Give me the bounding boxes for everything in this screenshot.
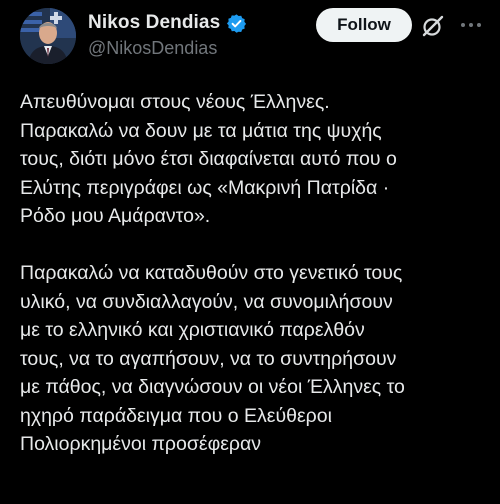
tweet-line: ηχηρό παράδειγμα που ο Ελεύθεροι bbox=[20, 404, 332, 427]
tweet-line: με το ελληνικό και χριστιανικό παρελθόν bbox=[20, 319, 365, 341]
tweet-line: Ρόδο μου Αμάραντο». bbox=[20, 205, 211, 227]
tweet-view: Nikos Dendias @NikosDendias Follow Απευθ… bbox=[0, 0, 500, 504]
follow-button[interactable]: Follow bbox=[316, 8, 412, 42]
author-display-name[interactable]: Nikos Dendias bbox=[88, 12, 220, 34]
tweet-line: Παρακαλώ να δουν με τα μάτια της ψυχής bbox=[20, 119, 382, 142]
verified-badge-icon bbox=[226, 13, 247, 34]
grok-slash-icon[interactable] bbox=[420, 13, 446, 39]
tweet-line: Απευθύνομαι στους νέους Έλληνες. bbox=[20, 91, 330, 113]
avatar[interactable] bbox=[20, 8, 76, 64]
profile-photo bbox=[20, 8, 76, 64]
tweet-header: Nikos Dendias @NikosDendias Follow bbox=[0, 0, 500, 76]
tweet-line: Πολιορκημένοι προσέφεραν bbox=[20, 433, 262, 455]
author-handle[interactable]: @NikosDendias bbox=[88, 38, 217, 59]
tweet-line: Παρακαλώ να καταδυθούν στο γενετικό τους bbox=[20, 262, 403, 284]
name-row: Nikos Dendias bbox=[88, 10, 247, 36]
tweet-text: Απευθύνομαι στους νέους Έλληνες. Παρακαλ… bbox=[20, 88, 490, 459]
more-dots-icon[interactable] bbox=[458, 12, 484, 38]
tweet-line: Ελύτης περιγράφει ως «Μακρινή Πατρίδα · bbox=[20, 176, 390, 199]
tweet-line: υλικό, να συνδιαλλαγούν, να συνομιλήσουν bbox=[20, 290, 393, 313]
tweet-line: με πάθος, να διαγνώσουν οι νέοι Έλληνες … bbox=[20, 376, 405, 398]
tweet-line: τους, διότι μόνο έτσι διαφαίνεται αυτό π… bbox=[20, 148, 397, 170]
tweet-line: τους, να το αγαπήσουν, να το συντηρήσουν bbox=[20, 347, 397, 370]
